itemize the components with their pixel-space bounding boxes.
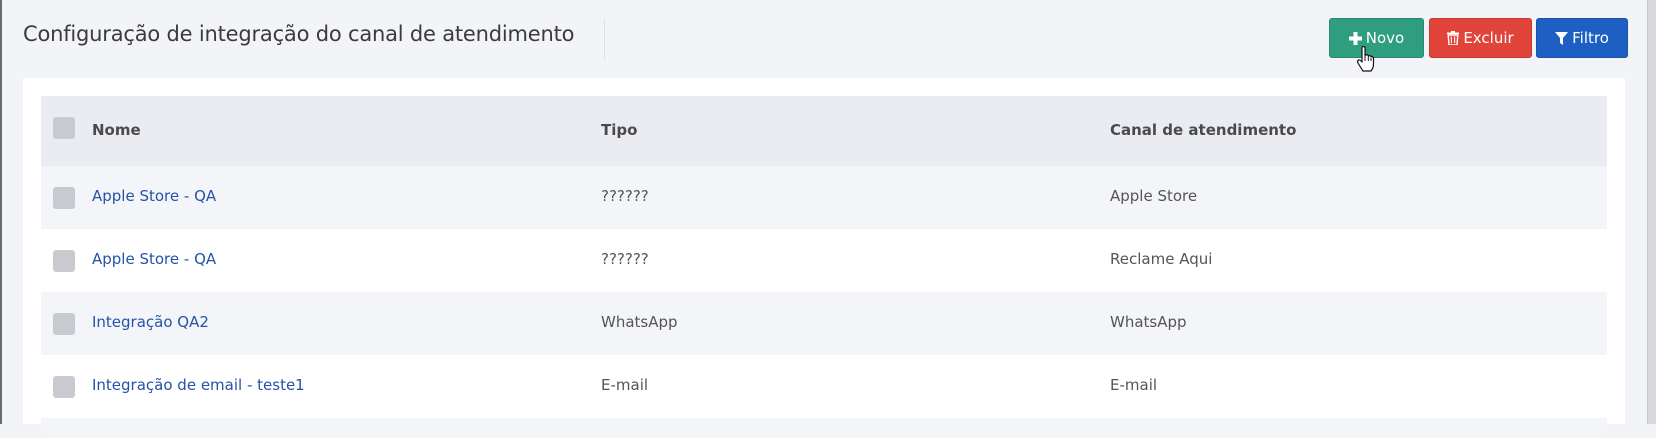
- hand-pointer-icon: [1356, 45, 1376, 72]
- row-checkbox[interactable]: [53, 376, 75, 398]
- row-checkbox[interactable]: [53, 250, 75, 272]
- new-button-label: Novo: [1365, 29, 1405, 47]
- row-channel: E-mail: [1110, 376, 1158, 394]
- new-button[interactable]: Novo: [1329, 18, 1424, 58]
- row-channel: Reclame Aqui: [1110, 250, 1213, 268]
- column-header-canal[interactable]: Canal de atendimento: [1110, 121, 1296, 139]
- table-row[interactable]: Apple Store - QA ?????? Apple Store: [41, 166, 1607, 229]
- row-type: WhatsApp: [601, 313, 678, 331]
- window-edge-scrollbar[interactable]: [1647, 0, 1656, 424]
- select-all-checkbox[interactable]: [53, 117, 75, 139]
- page-header: Configuração de integração do canal de a…: [4, 0, 1648, 76]
- table-row[interactable]: Integração QA2 WhatsApp WhatsApp: [41, 292, 1607, 355]
- integrations-table: Nome Tipo Canal de atendimento Apple Sto…: [41, 96, 1607, 438]
- filter-icon: [1555, 31, 1569, 45]
- trash-icon: [1447, 31, 1460, 45]
- app-frame: Configuração de integração do canal de a…: [0, 0, 1656, 438]
- row-channel: Apple Store: [1110, 187, 1198, 205]
- table-row[interactable]: Apple Store - QA ?????? Reclame Aqui: [41, 229, 1607, 292]
- filter-button[interactable]: Filtro: [1536, 18, 1628, 58]
- delete-button-label: Excluir: [1463, 29, 1514, 47]
- row-channel: WhatsApp: [1110, 313, 1187, 331]
- title-divider: [604, 18, 605, 60]
- column-header-tipo[interactable]: Tipo: [601, 121, 637, 139]
- row-type: ??????: [601, 250, 649, 268]
- table-row[interactable]: Integração de email - teste1 E-mail E-ma…: [41, 355, 1607, 418]
- table-row-partial: [41, 418, 1607, 438]
- row-type: E-mail: [601, 376, 649, 394]
- row-type: ??????: [601, 187, 649, 205]
- table-header-row: Nome Tipo Canal de atendimento: [41, 96, 1607, 166]
- row-name-link[interactable]: Apple Store - QA: [92, 187, 216, 205]
- row-checkbox[interactable]: [53, 187, 75, 209]
- page-title: Configuração de integração do canal de a…: [23, 22, 575, 46]
- filter-button-label: Filtro: [1572, 29, 1609, 47]
- row-name-link[interactable]: Integração QA2: [92, 313, 209, 331]
- column-header-nome[interactable]: Nome: [92, 121, 141, 139]
- row-name-link[interactable]: Integração de email - teste1: [92, 376, 305, 394]
- plus-icon: [1348, 31, 1362, 45]
- delete-button[interactable]: Excluir: [1429, 18, 1532, 58]
- row-name-link[interactable]: Apple Store - QA: [92, 250, 216, 268]
- content-card: Nome Tipo Canal de atendimento Apple Sto…: [23, 78, 1625, 438]
- row-checkbox[interactable]: [53, 313, 75, 335]
